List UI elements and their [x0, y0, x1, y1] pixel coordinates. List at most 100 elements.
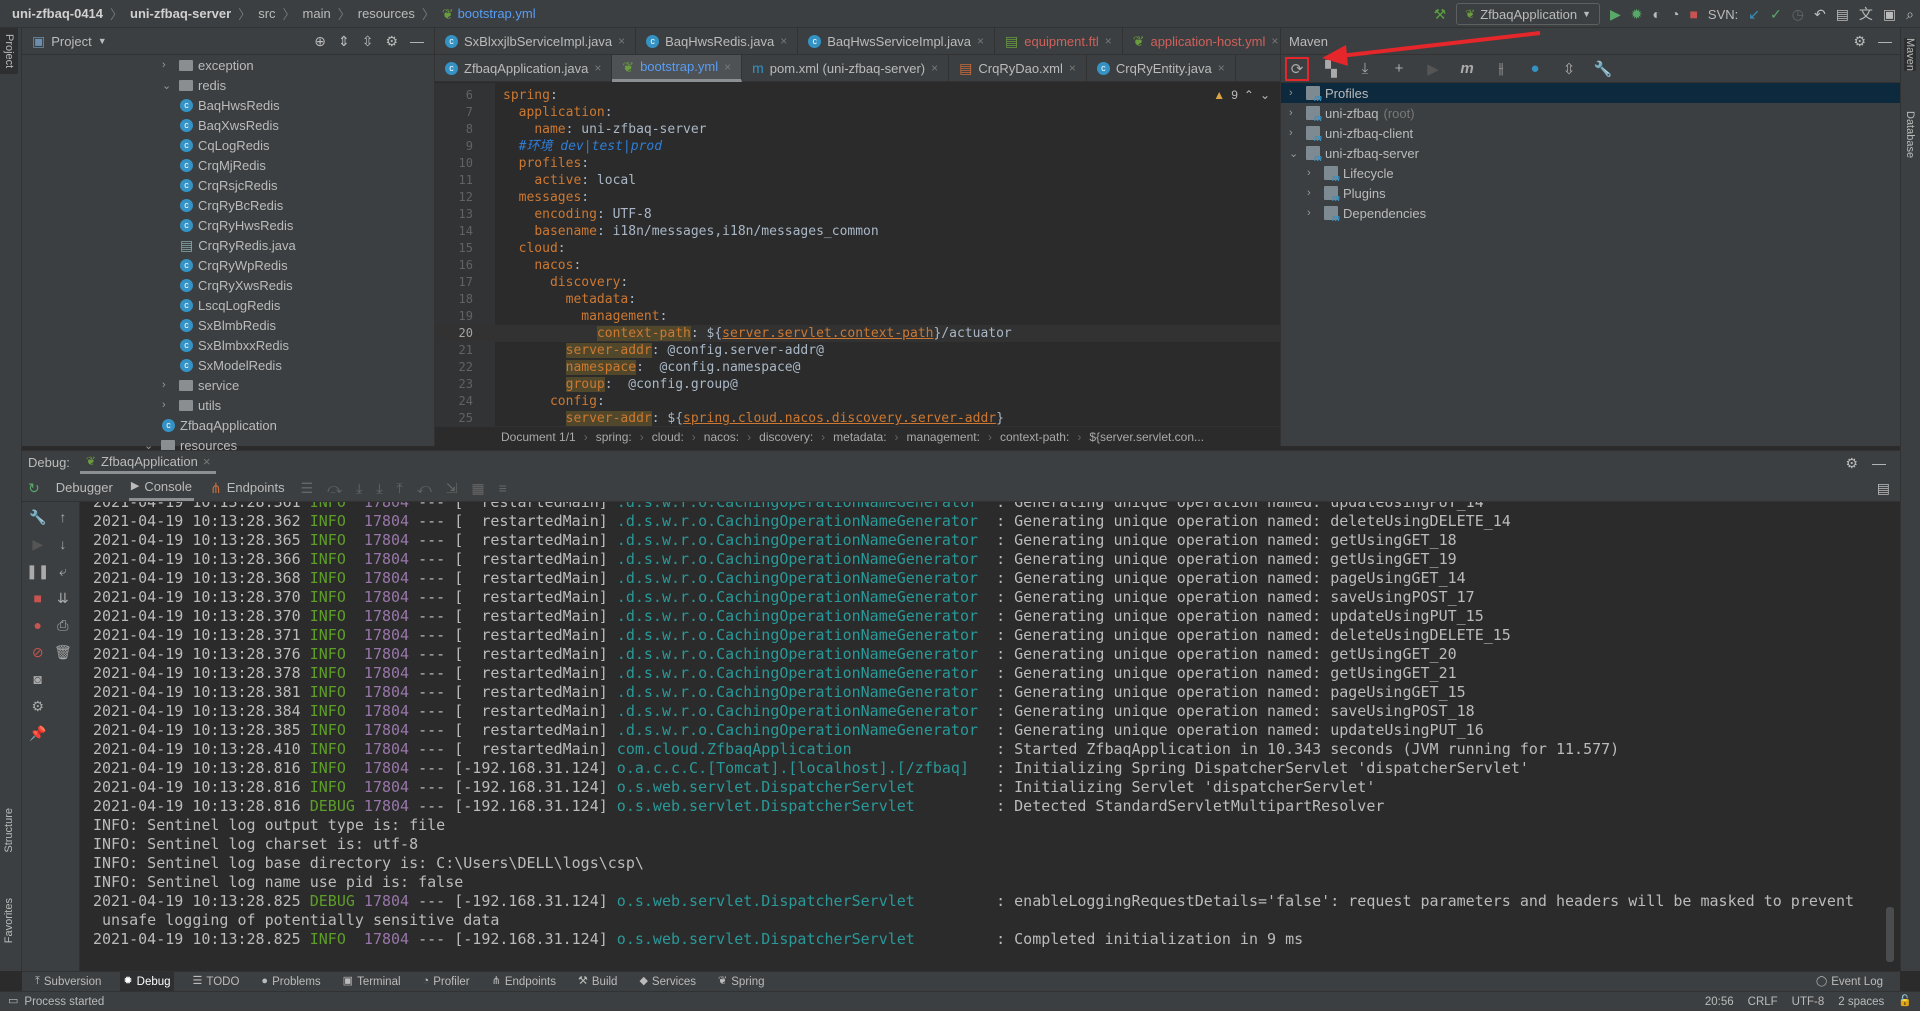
- maven-tree-item[interactable]: › Lifecycle: [1281, 163, 1900, 184]
- tree-item[interactable]: › exception: [22, 55, 434, 75]
- editor-breadcrumb[interactable]: spring:: [596, 430, 632, 444]
- tree-item[interactable]: c SxModelRedis: [22, 355, 434, 375]
- editor-breadcrumb[interactable]: cloud:: [652, 430, 684, 444]
- step-out-icon[interactable]: ⤒: [397, 481, 403, 495]
- close-tab-icon[interactable]: ×: [594, 61, 601, 75]
- maven-tree-item[interactable]: › uni-zfbaq-client: [1281, 123, 1900, 144]
- tool-window-subversion[interactable]: ⤒ Subversion: [32, 972, 104, 992]
- close-tab-icon[interactable]: ×: [1105, 34, 1112, 48]
- tool-window-terminal[interactable]: ▣ Terminal: [340, 972, 404, 992]
- close-tab-icon[interactable]: ×: [618, 34, 625, 48]
- add-maven-project-icon[interactable]: +: [1387, 57, 1411, 81]
- breadcrumb-main[interactable]: main: [303, 6, 331, 21]
- close-tab-icon[interactable]: ×: [1069, 61, 1076, 75]
- editor-tab[interactable]: c BaqHwsRedis.java ×: [636, 27, 799, 55]
- tree-item[interactable]: c CrqMjRedis: [22, 155, 434, 175]
- breadcrumb-src[interactable]: src: [258, 6, 275, 21]
- tree-item[interactable]: ⌄ redis: [22, 75, 434, 95]
- maven-tree-item[interactable]: ⌄ uni-zfbaq-server: [1281, 143, 1900, 164]
- search-icon[interactable]: ⌕: [1906, 7, 1914, 21]
- tab-debugger[interactable]: Debugger: [54, 476, 115, 499]
- tree-item[interactable]: c CrqRsjcRedis: [22, 175, 434, 195]
- window-icon[interactable]: ▣: [1883, 7, 1896, 21]
- tree-item[interactable]: c CrqRyBcRedis: [22, 195, 434, 215]
- tree-item[interactable]: › utils: [22, 395, 434, 415]
- breadcrumb-project[interactable]: uni-zfbaq-0414: [12, 6, 103, 21]
- tree-item[interactable]: c SxBlmbxxRedis: [22, 335, 434, 355]
- svn-commit-icon[interactable]: ✓: [1770, 7, 1782, 21]
- editor-breadcrumb[interactable]: ${server.servlet.con...: [1089, 430, 1204, 444]
- tool-window-services[interactable]: ◆ Services: [636, 972, 699, 992]
- lock-icon[interactable]: 🔓: [1898, 996, 1912, 1007]
- frames-icon[interactable]: ☰: [301, 481, 314, 495]
- console-scrollbar[interactable]: [1886, 907, 1894, 962]
- project-view-select[interactable]: Project: [51, 34, 91, 49]
- editor-breadcrumb[interactable]: metadata:: [833, 430, 886, 444]
- editor-breadcrumb[interactable]: management:: [907, 430, 980, 444]
- editor-tab[interactable]: m pom.xml (uni-zfbaq-server) ×: [742, 54, 950, 82]
- maven-settings-wrench-icon[interactable]: 🔧: [1591, 57, 1615, 81]
- mute-breakpoints-icon[interactable]: ⊘: [26, 645, 49, 659]
- modify-run-config-wrench-icon[interactable]: 🔧: [26, 510, 49, 524]
- chevron-right-icon[interactable]: ›: [1289, 107, 1301, 119]
- evaluate-expression-icon[interactable]: ▦: [471, 481, 484, 495]
- tree-item[interactable]: c CqLogRedis: [22, 135, 434, 155]
- history-icon[interactable]: ◷: [1792, 7, 1804, 21]
- chevron-right-icon[interactable]: ›: [1307, 187, 1319, 199]
- expand-all-icon[interactable]: ⇕: [338, 34, 350, 48]
- editor-breadcrumb[interactable]: context-path:: [1000, 430, 1069, 444]
- force-step-into-icon[interactable]: ⤓: [376, 481, 382, 495]
- tree-item[interactable]: c BaqXwsRedis: [22, 115, 434, 135]
- maven-tool-button[interactable]: Maven: [1904, 38, 1916, 72]
- tool-window-endpoints[interactable]: ⋔ Endpoints: [489, 972, 559, 992]
- structure-tool-button[interactable]: Structure: [3, 808, 15, 853]
- rerun-icon[interactable]: ↻: [28, 481, 40, 495]
- run-to-cursor-icon[interactable]: ⇲: [446, 481, 458, 495]
- close-icon[interactable]: ×: [203, 454, 211, 469]
- editor-tab[interactable]: c BaqHwsServiceImpl.java ×: [798, 27, 996, 55]
- caret-position[interactable]: 20:56: [1705, 996, 1734, 1008]
- soft-wrap-icon[interactable]: ⤶: [54, 564, 72, 578]
- print-icon[interactable]: ⎙: [54, 618, 72, 632]
- editor-tab[interactable]: ❦ bootstrap.yml ×: [612, 54, 743, 82]
- clear-all-icon[interactable]: 🗑: [54, 645, 72, 659]
- collapse-all-icon[interactable]: ⇳: [362, 34, 374, 48]
- tool-window-problems[interactable]: ● Problems: [258, 972, 323, 992]
- stop-icon[interactable]: ■: [26, 591, 49, 605]
- gear-icon[interactable]: ⚙: [1845, 456, 1858, 470]
- status-toggle-icon[interactable]: ▭: [8, 996, 18, 1007]
- editor-tab[interactable]: ▤ CrqRyDao.xml ×: [949, 54, 1087, 82]
- maven-tree-item[interactable]: › Profiles: [1281, 83, 1900, 103]
- execute-maven-goal-icon[interactable]: m: [1455, 57, 1479, 81]
- maven-tree-item[interactable]: › Plugins: [1281, 183, 1900, 204]
- editor-tab[interactable]: ❦ application-host.yml ×: [1123, 27, 1290, 55]
- tab-console[interactable]: ▶ Console: [128, 475, 195, 501]
- collapse-all-icon[interactable]: ⇳: [1557, 57, 1581, 81]
- tree-item[interactable]: ▤ CrqRyRedis.java: [22, 235, 434, 255]
- run-icon[interactable]: ▶: [1610, 7, 1621, 21]
- tree-item[interactable]: c CrqRyXwsRedis: [22, 275, 434, 295]
- favorites-tool-button[interactable]: Favorites: [3, 898, 15, 943]
- tab-endpoints[interactable]: ⋔ Endpoints: [208, 476, 287, 499]
- gear-icon[interactable]: ⚙: [1853, 34, 1866, 48]
- locate-file-icon[interactable]: ⊕: [314, 34, 326, 48]
- profile-icon[interactable]: ◔: [1671, 7, 1679, 21]
- stop-icon[interactable]: ■: [1689, 7, 1697, 21]
- trace-stream-icon[interactable]: ≡: [499, 481, 507, 495]
- view-breakpoints-icon[interactable]: ●: [26, 618, 49, 632]
- tree-item[interactable]: c CrqRyWpRedis: [22, 255, 434, 275]
- tool-window-spring[interactable]: ❦ Spring: [715, 972, 767, 992]
- chevron-right-icon[interactable]: ›: [1307, 167, 1319, 179]
- layout-icon[interactable]: ▤: [1877, 481, 1890, 495]
- tool-window-debug[interactable]: ✹ Debug: [120, 971, 174, 992]
- scroll-up-icon[interactable]: ↑: [54, 510, 72, 524]
- console-output[interactable]: 2021-04-19 10:13:28.361 INFO 17804 --- […: [80, 502, 1900, 971]
- minimize-icon[interactable]: —: [1878, 34, 1892, 48]
- scroll-down-icon[interactable]: ↓: [54, 537, 72, 551]
- coverage-icon[interactable]: ◐: [1653, 7, 1661, 21]
- generate-sources-icon[interactable]: ▚: [1319, 57, 1343, 81]
- code-editor[interactable]: 6 spring: 7 application: 8 name: uni-zfbaq-…: [435, 83, 1280, 426]
- tree-item[interactable]: c CrqRyHwsRedis: [22, 215, 434, 235]
- editor-tab[interactable]: c SxBlxxjlbServiceImpl.java ×: [435, 27, 637, 55]
- close-tab-icon[interactable]: ×: [1271, 34, 1278, 48]
